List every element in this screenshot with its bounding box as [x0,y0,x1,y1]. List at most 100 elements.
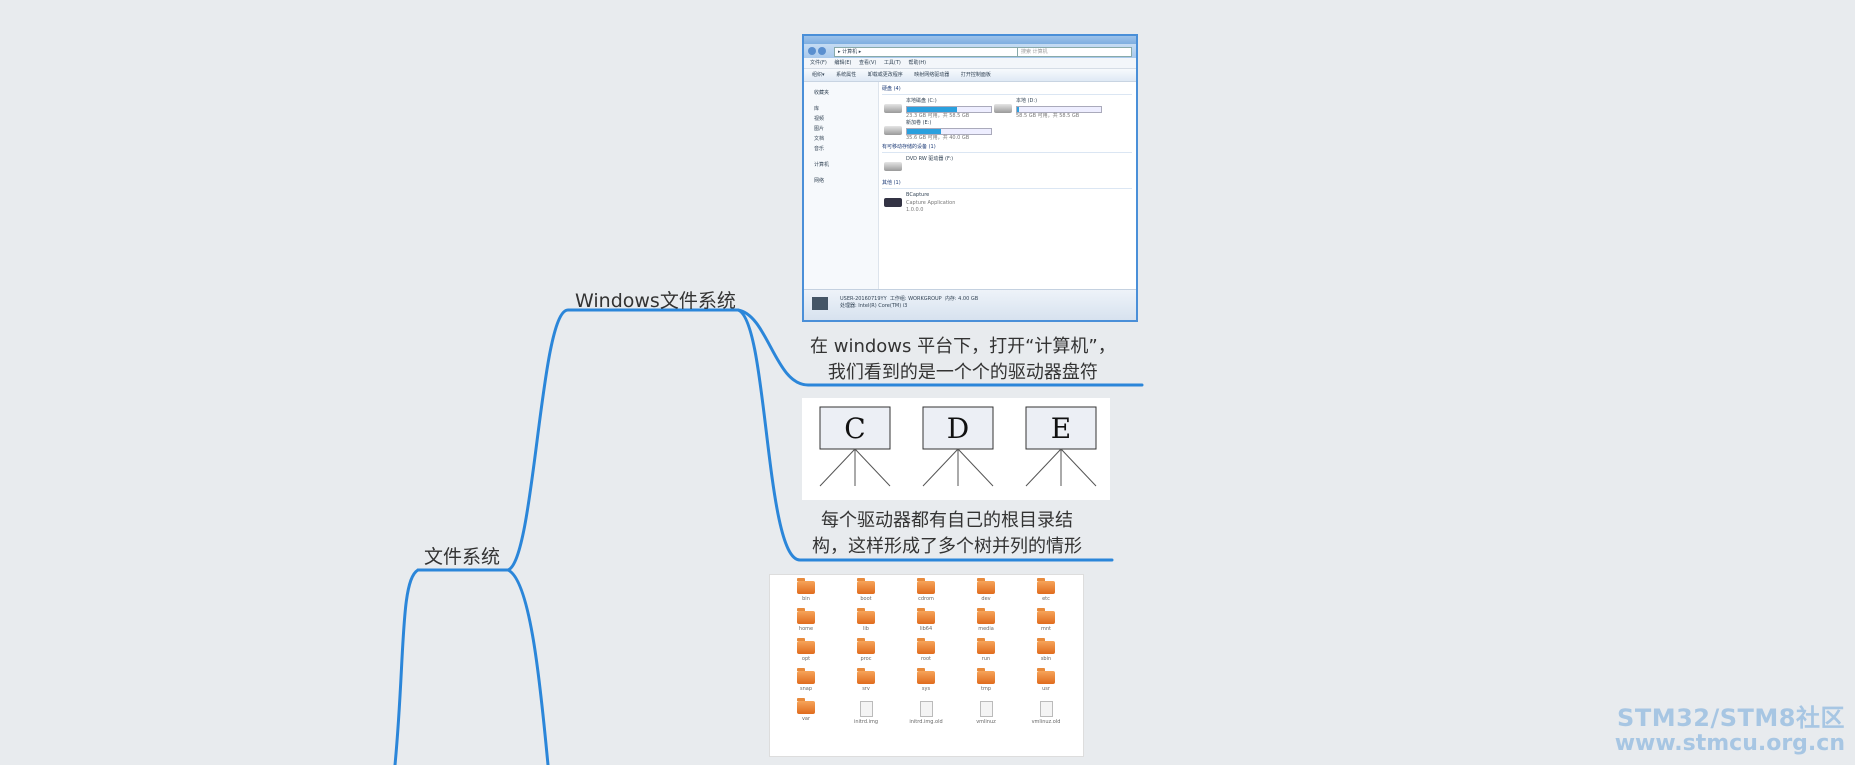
folder-icon [917,608,935,624]
folder-icon [1037,668,1055,684]
grid-item-label: lib64 [919,626,933,632]
grid-item: srv [844,668,888,692]
grid-item: cdrom [904,578,948,602]
grid-item: bin [784,578,828,602]
address-bar-area: ▸ 计算机 ▸ 搜索 计算机 [804,44,1136,58]
grid-item-label: cdrom [918,596,934,602]
forward-icon [818,47,826,55]
status-group: 工作组: WORKGROUP [889,296,942,302]
tree-branch-line [1025,448,1062,487]
app-desc: Capture Application [906,200,956,206]
file-icon [919,701,933,717]
folder-icon [977,608,995,624]
drive-usage-fill [907,107,958,112]
grid-item: lib64 [904,608,948,632]
drive-tree-diagram: C D E [819,406,1097,487]
drive-usage-bar [906,128,992,135]
folder-icon [917,578,935,594]
drive-size: 35.6 GB 可用，共 40.0 GB [906,135,970,141]
grid-item: opt [784,638,828,662]
search-box: 搜索 计算机 [1017,47,1132,57]
grid-item: home [784,608,828,632]
explorer-window-screenshot: ▸ 计算机 ▸ 搜索 计算机 文件(F) 编辑(E) 查看(V) 工具(T) 帮… [802,34,1138,322]
grid-item-label: etc [1042,596,1050,602]
grid-item-label: srv [862,686,870,692]
grid-item: boot [844,578,888,602]
branch-node-label[interactable]: Windows文件系统 [575,286,736,313]
grid-item: proc [844,638,888,662]
drive-letter: D [947,412,969,445]
grid-item-label: vmlinuz [976,719,996,725]
tree-branch-line [819,448,856,487]
computer-icon [812,297,828,310]
drive-name: 本地 (D:) [1016,98,1038,104]
drive-usage-bar [1016,106,1102,113]
grid-item-label: var [801,716,811,722]
folder-icon [797,638,815,654]
app-item: BCapture Capture Application 1.0.0.0 [882,192,992,214]
root-node-label[interactable]: 文件系统 [424,542,500,569]
tree-branch-line [854,448,891,487]
grid-item-label: root [920,656,932,662]
dvd-drive: DVD RW 驱动器 (F:) [882,156,992,178]
sidebar-item: 音乐 [814,146,825,152]
grid-item-label: bin [802,596,810,602]
grid-item: run [964,638,1008,662]
app-name: BCapture [906,192,930,198]
status-mem: 内存: 4.00 GB [944,296,979,302]
grid-item: root [904,638,948,662]
folder-icon [1037,608,1055,624]
folder-icon [857,668,875,684]
connector-root-down [506,568,550,765]
grid-item-label: mnt [1041,626,1051,632]
drive-size: 58.5 GB 可用，共 58.5 GB [1016,113,1080,119]
connector-root-up [393,308,740,765]
grid-item-label: proc [860,656,872,662]
grid-item: snap [784,668,828,692]
grid-item-label: snap [799,686,812,692]
folder-icon [797,668,815,684]
grid-item-label: initrd.img.old [909,719,943,725]
status-cpu: 处理器: Intel(R) Core(TM) i3 [840,303,908,309]
camera-icon [884,198,902,207]
note-drive-letters: 在 windows 平台下，打开“计算机”， 我们看到的是一个个的驱动器盘符 [810,334,1116,386]
grid-item: vmlinuz [964,701,1008,725]
grid-item-label: sys [921,686,931,692]
grid-item: etc [1024,578,1068,602]
details-text: USER-20160719YY 工作组: WORKGROUP 内存: 4.00 … [840,296,978,310]
details-pane: USER-20160719YY 工作组: WORKGROUP 内存: 4.00 … [804,289,1136,320]
section-disks: 硬盘 (4) [882,84,1132,95]
hard-drive-icon [884,104,902,113]
folder-icon [1037,638,1055,654]
hard-drive-icon [994,104,1012,113]
grid-item: lib [844,608,888,632]
section-other: 其他 (1) [882,178,1132,189]
folder-icon [1037,578,1055,594]
dvd-drive-icon [884,162,902,171]
drive-name: 本地磁盘 (C:) [906,98,937,104]
grid-item-label: lib [863,626,869,632]
grid-item: initrd.img.old [904,701,948,725]
drive-item: 本地磁盘 (C:) 23.3 GB 可用，共 58.5 GB [882,98,992,120]
mindmap-canvas: C D E 文件系统 Windows文件系统 在 windows 平台下，打开“计算… [0,0,1855,765]
grid-item: initrd.img [844,701,888,725]
grid-item: sbin [1024,638,1068,662]
back-icon [808,47,816,55]
tree-branch-line [1060,448,1097,487]
grid-item: sys [904,668,948,692]
drive-item: 新加卷 (E:) 35.6 GB 可用，共 40.0 GB [882,120,992,142]
sidebar-item: 计算机 [814,162,830,168]
folder-icon [977,638,995,654]
file-icon [859,701,873,717]
grid-item-label: initrd.img [853,719,879,725]
note1-line1: 在 windows 平台下，打开“计算机”， [810,336,1116,357]
toolbar: 组织▾ 系统属性 卸载或更改程序 映射网络驱动器 打开控制面板 [804,69,1136,82]
drive-size: 23.3 GB 可用，共 58.5 GB [906,113,970,119]
watermark-line1: STM32/STM8社区 [1617,704,1845,732]
drive-name: 新加卷 (E:) [906,120,932,126]
folder-icon [797,698,815,714]
grid-item-label: tmp [980,686,991,692]
grid-item: mnt [1024,608,1068,632]
sidebar-item: 图片 [814,126,825,132]
status-name: USER-20160719YY [840,296,887,302]
